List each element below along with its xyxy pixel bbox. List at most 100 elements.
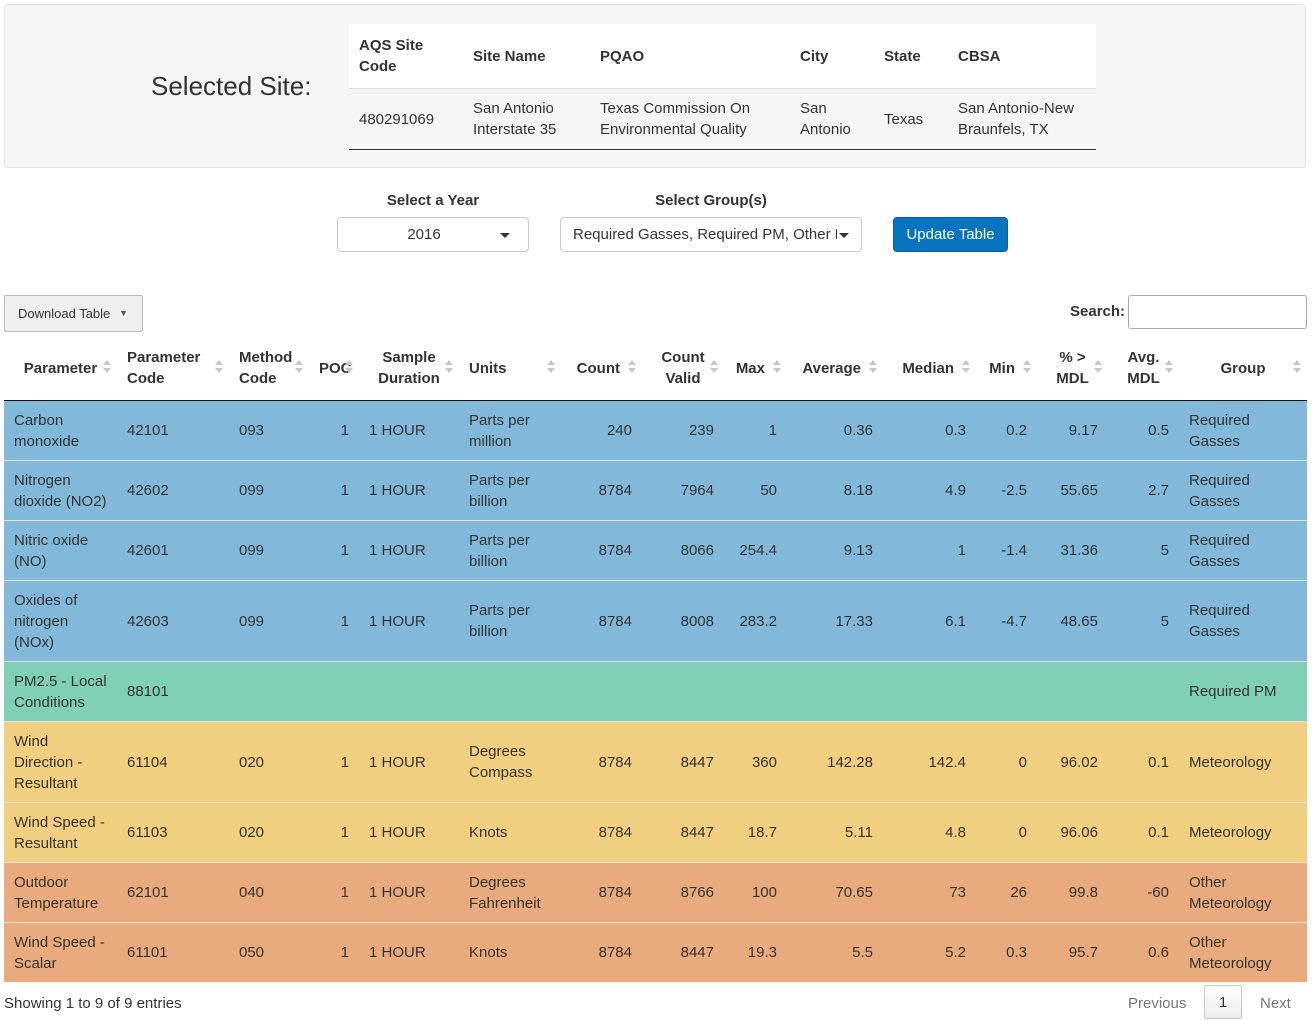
cell-poc: 1 (309, 721, 359, 803)
cell-max: 1 (724, 400, 787, 461)
table-row: Outdoor Temperature 62101 040 1 1 HOUR Degree… (4, 862, 1307, 923)
col-group[interactable]: Group (1179, 336, 1307, 401)
site-col-city: City (790, 24, 874, 89)
cell-pct-mdl: 99.8 (1037, 862, 1108, 923)
site-col-state: State (874, 24, 948, 89)
page-1-button[interactable]: 1 (1204, 985, 1242, 1019)
col-pct-mdl[interactable]: % > MDL (1037, 336, 1108, 401)
cell-max: 360 (724, 721, 787, 803)
cell-group: Required PM (1179, 661, 1307, 722)
chevron-down-icon (500, 233, 510, 238)
table-row: Wind Speed - Resultant 61103 020 1 1 HOUR Kno… (4, 802, 1307, 863)
site-state: Texas (874, 88, 948, 150)
sort-icon (215, 360, 223, 374)
cell-median: 0.3 (883, 400, 976, 461)
cell-avg-mdl: 0.1 (1108, 721, 1179, 803)
col-count-valid[interactable]: Count Valid (642, 336, 724, 401)
cell-max: 19.3 (724, 922, 787, 982)
col-parameter-code[interactable]: Parameter Code (117, 336, 229, 401)
cell-method-code (229, 661, 309, 722)
cell-median: 73 (883, 862, 976, 923)
cell-median (883, 661, 976, 722)
cell-parameter: Wind Speed - Scalar (4, 922, 117, 982)
cell-average: 5.11 (787, 802, 883, 863)
cell-count-valid: 8447 (642, 721, 724, 803)
sort-icon (773, 360, 781, 374)
site-cbsa: San Antonio-New Braunfels, TX (948, 88, 1096, 150)
cell-min: 0 (976, 721, 1037, 803)
cell-parameter-code: 42603 (117, 580, 229, 662)
cell-count: 8784 (561, 580, 642, 662)
col-method-code[interactable]: Method Code (229, 336, 309, 401)
cell-count: 8784 (561, 922, 642, 982)
cell-group: Other Meteorology (1179, 922, 1307, 982)
cell-pct-mdl: 95.7 (1037, 922, 1108, 982)
table-row: PM2.5 - Local Conditions 88101 Required PM (4, 661, 1307, 722)
download-table-button[interactable]: Download Table ▼ (4, 295, 143, 332)
cell-group: Meteorology (1179, 802, 1307, 863)
update-table-button[interactable]: Update Table (893, 217, 1008, 252)
group-select-value: Required Gasses, Required PM, Other Mete… (573, 226, 837, 243)
next-page-button[interactable]: Next (1260, 995, 1291, 1012)
site-col-aqs-code: AQS Site Code (349, 24, 463, 89)
cell-pct-mdl: 9.17 (1037, 400, 1108, 461)
col-avg-mdl[interactable]: Avg. MDL (1108, 336, 1179, 401)
table-info: Showing 1 to 9 of 9 entries (4, 995, 182, 1012)
cell-parameter: Wind Direction - Resultant (4, 721, 117, 803)
cell-median: 142.4 (883, 721, 976, 803)
cell-avg-mdl (1108, 661, 1179, 722)
cell-max (724, 661, 787, 722)
cell-average: 8.18 (787, 460, 883, 521)
cell-group: Other Meteorology (1179, 862, 1307, 923)
cell-method-code: 099 (229, 520, 309, 581)
sort-icon (1094, 360, 1102, 374)
table-row: Oxides of nitrogen (NOx) 42603 099 1 1 HOUR P… (4, 580, 1307, 662)
site-col-cbsa: CBSA (948, 24, 1096, 89)
chevron-down-icon (839, 233, 849, 238)
table-row: Nitrogen dioxide (NO2) 42602 099 1 1 HOUR Par… (4, 460, 1307, 521)
cell-max: 100 (724, 862, 787, 923)
cell-count: 8784 (561, 862, 642, 923)
group-select[interactable]: Required Gasses, Required PM, Other Mete… (560, 217, 862, 252)
cell-sample-duration: 1 HOUR (359, 802, 459, 863)
col-sample-duration[interactable]: Sample Duration (359, 336, 459, 401)
col-median[interactable]: Median (883, 336, 976, 401)
cell-parameter: Carbon monoxide (4, 400, 117, 461)
cell-count-valid: 8766 (642, 862, 724, 923)
cell-parameter: PM2.5 - Local Conditions (4, 661, 117, 722)
cell-units: Degrees Fahrenheit (459, 862, 561, 923)
cell-sample-duration: 1 HOUR (359, 460, 459, 521)
cell-parameter: Nitrogen dioxide (NO2) (4, 460, 117, 521)
cell-pct-mdl (1037, 661, 1108, 722)
col-count[interactable]: Count (561, 336, 642, 401)
cell-sample-duration: 1 HOUR (359, 520, 459, 581)
cell-method-code: 020 (229, 721, 309, 803)
search-input[interactable] (1128, 295, 1307, 329)
cell-min: -1.4 (976, 520, 1037, 581)
cell-average: 0.36 (787, 400, 883, 461)
cell-group: Required Gasses (1179, 520, 1307, 581)
cell-units: Parts per billion (459, 460, 561, 521)
col-max[interactable]: Max (724, 336, 787, 401)
cell-average: 70.65 (787, 862, 883, 923)
previous-page-button[interactable]: Previous (1128, 995, 1186, 1012)
col-min[interactable]: Min (976, 336, 1037, 401)
col-average[interactable]: Average (787, 336, 883, 401)
year-select[interactable]: 2016 (337, 217, 529, 252)
site-col-site-name: Site Name (463, 24, 590, 89)
sort-icon (710, 360, 718, 374)
col-parameter[interactable]: Parameter (4, 336, 117, 401)
cell-sample-duration (359, 661, 459, 722)
cell-average (787, 661, 883, 722)
col-poc[interactable]: POC (309, 336, 359, 401)
cell-parameter: Oxides of nitrogen (NOx) (4, 580, 117, 662)
sort-icon (628, 360, 636, 374)
cell-poc: 1 (309, 520, 359, 581)
col-units[interactable]: Units (459, 336, 561, 401)
cell-parameter-code: 61101 (117, 922, 229, 982)
cell-pct-mdl: 48.65 (1037, 580, 1108, 662)
cell-units: Parts per million (459, 400, 561, 461)
cell-average: 9.13 (787, 520, 883, 581)
cell-avg-mdl: 2.7 (1108, 460, 1179, 521)
cell-pct-mdl: 31.36 (1037, 520, 1108, 581)
